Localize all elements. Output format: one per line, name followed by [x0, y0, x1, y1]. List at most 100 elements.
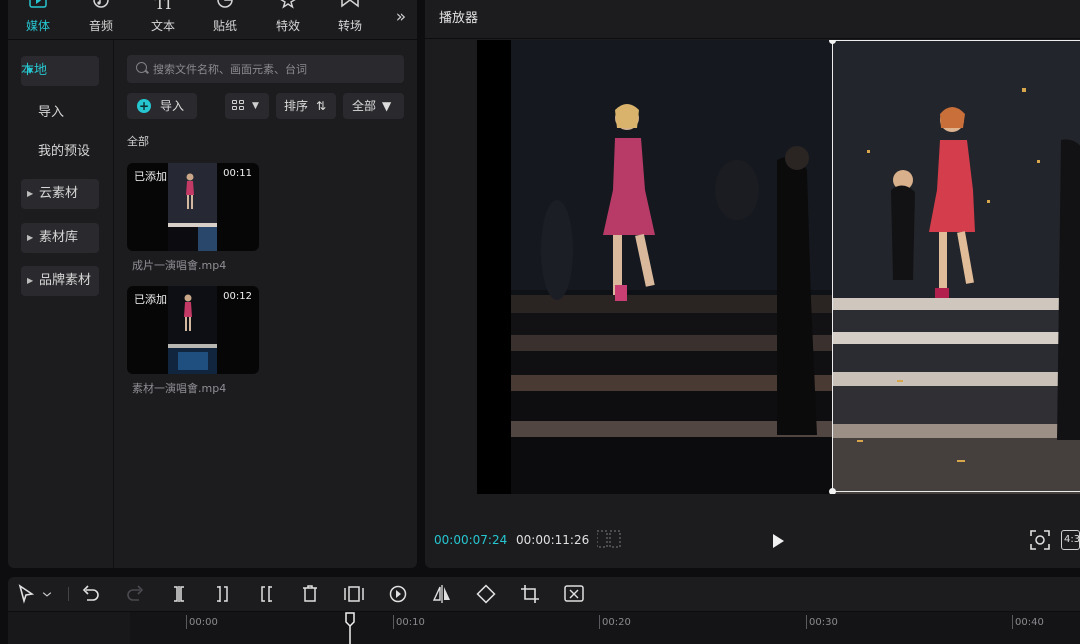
preview-canvas[interactable]	[477, 40, 1080, 494]
nav-library[interactable]: ▶ 素材库	[21, 223, 99, 253]
clip-duration: 00:11	[223, 168, 252, 179]
nav-cloud-label: 云素材	[39, 186, 79, 201]
crop-icon[interactable]	[519, 584, 541, 604]
added-badge: 已添加	[134, 170, 167, 183]
playhead-handle[interactable]	[345, 612, 355, 644]
transition-icon	[327, 0, 373, 14]
filter-button[interactable]: 全部 ▼	[343, 93, 404, 119]
tab-transition[interactable]: 转场	[327, 0, 373, 40]
import-button-label: 导入	[160, 99, 185, 113]
sticker-icon	[202, 0, 248, 14]
nav-local[interactable]: ▼ 本地	[21, 56, 99, 86]
ruler-tick-label: 00:40	[1015, 617, 1044, 628]
clip-filename: 成片一演唱會.mp4	[132, 259, 227, 272]
filter-icon: ▼	[382, 99, 392, 113]
freeze-frame-icon[interactable]	[343, 584, 365, 604]
plus-icon: +	[137, 99, 151, 113]
ruler-tick	[1012, 615, 1013, 629]
divider	[425, 38, 1080, 39]
tab-text-label: 文本	[150, 19, 175, 33]
redo-icon	[124, 584, 146, 604]
ruler-tick-label: 00:20	[602, 617, 631, 628]
caret-right-icon: ▶	[27, 189, 34, 198]
clip-thumbnail	[168, 286, 217, 374]
tab-audio[interactable]: 音频	[78, 0, 124, 40]
caret-right-icon: ▶	[27, 276, 34, 285]
tab-text[interactable]: TI 文本	[140, 0, 186, 40]
nav-presets[interactable]: 我的预设	[21, 137, 99, 167]
play-button[interactable]	[769, 532, 787, 550]
sort-icon: ⇅	[316, 99, 327, 113]
undo-icon[interactable]	[80, 584, 102, 604]
rotate-icon[interactable]	[475, 584, 497, 604]
nav-local-label: 本地	[21, 63, 48, 78]
audio-icon	[78, 0, 124, 14]
ruler-tick-label: 00:00	[189, 617, 218, 628]
fullscreen-icon[interactable]	[1030, 530, 1050, 550]
mirror-icon[interactable]	[431, 584, 453, 604]
clip-filename: 素材一演唱會.mp4	[132, 382, 227, 395]
search-icon	[136, 62, 147, 73]
delete-icon[interactable]	[299, 584, 321, 604]
ruler-tick-label: 00:10	[396, 617, 425, 628]
media-clip[interactable]: 已添加 00:11	[127, 163, 259, 251]
nav-import-label: 导入	[38, 105, 65, 120]
smart-cut-icon[interactable]	[563, 584, 585, 604]
clip-thumbnail	[168, 163, 217, 251]
tab-transition-label: 转场	[337, 19, 362, 33]
ruler-tick	[806, 615, 807, 629]
tab-effects-label: 特效	[275, 19, 300, 33]
media-tab-bar: 媒体 音频 TI 文本 贴纸 特效 转场 »	[8, 0, 417, 40]
chevron-down-icon: ▼	[252, 101, 259, 111]
sort-button-label: 排序	[284, 99, 309, 113]
import-button[interactable]: + 导入	[127, 93, 197, 119]
nav-brand-label: 品牌素材	[39, 273, 92, 288]
view-mode-button[interactable]: ▼	[225, 93, 269, 119]
tab-audio-label: 音频	[88, 19, 113, 33]
search-box	[127, 55, 404, 83]
tab-sticker[interactable]: 贴纸	[202, 0, 248, 40]
aspect-ratio-button[interactable]: 4:3	[1061, 530, 1080, 550]
selection-box[interactable]	[829, 40, 1080, 494]
tab-media-label: 媒体	[25, 19, 50, 33]
left-nav: ▼ 本地 导入 我的预设 ▶ 云素材 ▶ 素材库 ▶ 品牌素材	[8, 40, 114, 568]
tab-sticker-label: 贴纸	[212, 19, 237, 33]
nav-library-label: 素材库	[39, 230, 79, 245]
nav-cloud[interactable]: ▶ 云素材	[21, 179, 99, 209]
trim-left-icon[interactable]	[212, 584, 234, 604]
search-input[interactable]	[153, 55, 398, 83]
resize-handle[interactable]	[829, 488, 836, 494]
added-badge: 已添加	[134, 293, 167, 306]
more-tabs-icon[interactable]: »	[386, 6, 416, 28]
select-tool-icon[interactable]	[16, 584, 38, 604]
ruler-tick	[393, 615, 394, 629]
section-label: 全部	[127, 135, 149, 148]
tab-media[interactable]: 媒体	[15, 0, 61, 40]
speed-icon[interactable]	[387, 584, 409, 604]
effects-icon	[265, 0, 311, 14]
timeline-toolbar	[8, 577, 1080, 611]
ruler-tick	[186, 615, 187, 629]
track-header-area	[8, 612, 130, 644]
nav-brand[interactable]: ▶ 品牌素材	[21, 266, 99, 296]
filter-button-label: 全部	[352, 99, 377, 113]
caret-down-icon: ▼	[27, 66, 34, 75]
timecode-grid-icon[interactable]	[596, 530, 621, 548]
timeline-ruler[interactable]: 00:00 00:10 00:20 00:30 00:40	[8, 612, 1080, 644]
trim-right-icon[interactable]	[255, 584, 277, 604]
ruler-tick-label: 00:30	[809, 617, 838, 628]
player-panel: 播放器 00:00:07:24 00:00:11:26 4:3	[425, 0, 1080, 568]
total-time: 00:00:11:26	[516, 533, 590, 547]
resize-handle[interactable]	[829, 40, 836, 44]
current-time: 00:00:07:24	[434, 533, 508, 547]
caret-right-icon: ▶	[27, 233, 34, 242]
nav-import[interactable]: 导入	[21, 98, 99, 128]
text-icon: TI	[154, 0, 172, 13]
tab-effects[interactable]: 特效	[265, 0, 311, 40]
split-icon[interactable]	[168, 584, 190, 604]
media-icon	[15, 0, 61, 14]
divider	[68, 587, 69, 601]
chevron-down-icon[interactable]	[40, 584, 54, 604]
sort-button[interactable]: 排序 ⇅	[276, 93, 336, 119]
media-clip[interactable]: 已添加 00:12	[127, 286, 259, 374]
